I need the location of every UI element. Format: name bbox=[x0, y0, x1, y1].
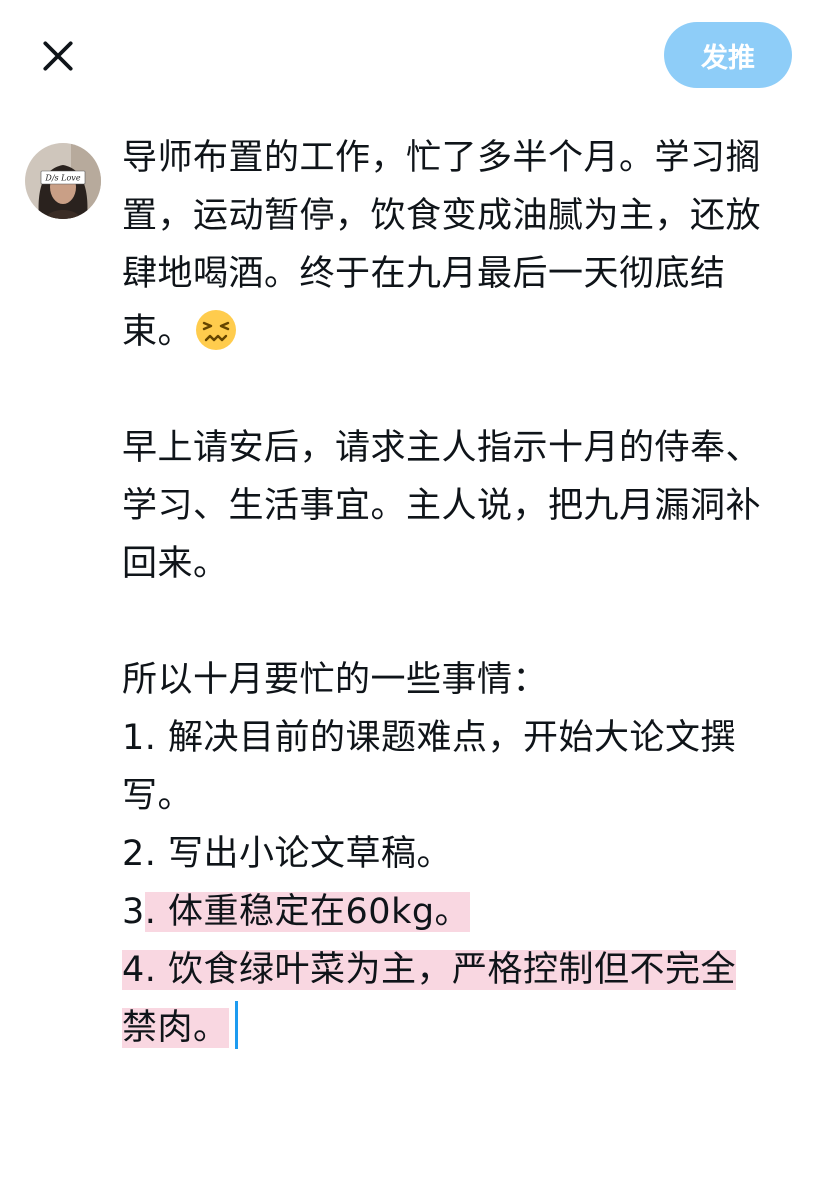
list-item-1-continued: 写。 bbox=[122, 776, 194, 816]
list-item-4-continued: 禁肉。 bbox=[122, 999, 794, 1057]
confounded-face-emoji-icon bbox=[196, 310, 237, 350]
selected-text: 禁肉。 bbox=[122, 1008, 229, 1048]
avatar-badge-text: D/s Love bbox=[44, 174, 80, 183]
tweet-button[interactable]: 发推 bbox=[664, 22, 792, 88]
selected-text: 4. 饮食绿叶菜为主，严格控制但不完全 bbox=[122, 950, 737, 990]
tweet-compose-text[interactable]: 导师布置的工作，忙了多半个月。学习搁 置，运动暂停，饮食变成油腻为主，还放 肆地… bbox=[122, 129, 794, 1057]
text-line: 回来。 bbox=[122, 544, 229, 584]
text-line: 学习、生活事宜。主人说，把九月漏洞补 bbox=[122, 486, 762, 526]
paragraph-3: 所以十月要忙的一些事情： 1. 解决目前的课题难点，开始大论文撰 写。 2. 写… bbox=[122, 651, 794, 1057]
text-line: 所以十月要忙的一些事情： bbox=[122, 660, 549, 700]
text-line: 束。 bbox=[122, 303, 794, 361]
paragraph-1: 导师布置的工作，忙了多半个月。学习搁 置，运动暂停，饮食变成油腻为主，还放 肆地… bbox=[122, 129, 794, 361]
text-line: 导师布置的工作，忙了多半个月。学习搁 bbox=[122, 138, 762, 178]
close-icon bbox=[43, 41, 73, 71]
selected-text: . 体重稳定在60kg。 bbox=[144, 892, 471, 932]
paragraph-2: 早上请安后，请求主人指示十月的侍奉、 学习、生活事宜。主人说，把九月漏洞补 回来… bbox=[122, 419, 794, 593]
list-item-3: 3. 体重稳定在60kg。 bbox=[122, 883, 794, 941]
text-line: 置，运动暂停，饮食变成油腻为主，还放 bbox=[122, 196, 762, 236]
text-line: 肆地喝酒。终于在九月最后一天彻底结 bbox=[122, 254, 726, 294]
text-line: 早上请安后，请求主人指示十月的侍奉、 bbox=[122, 428, 762, 468]
list-item-2: 2. 写出小论文草稿。 bbox=[122, 834, 453, 874]
list-item-1: 1. 解决目前的课题难点，开始大论文撰 bbox=[122, 718, 737, 758]
avatar[interactable]: D/s Love bbox=[25, 143, 101, 219]
text-cursor bbox=[234, 1001, 238, 1049]
list-item-3-number: 3 bbox=[122, 892, 145, 932]
compose-header: 发推 bbox=[0, 0, 816, 110]
text-segment: 束。 bbox=[122, 312, 194, 352]
close-button[interactable] bbox=[26, 24, 90, 88]
list-item-4: 4. 饮食绿叶菜为主，严格控制但不完全 bbox=[122, 941, 794, 999]
